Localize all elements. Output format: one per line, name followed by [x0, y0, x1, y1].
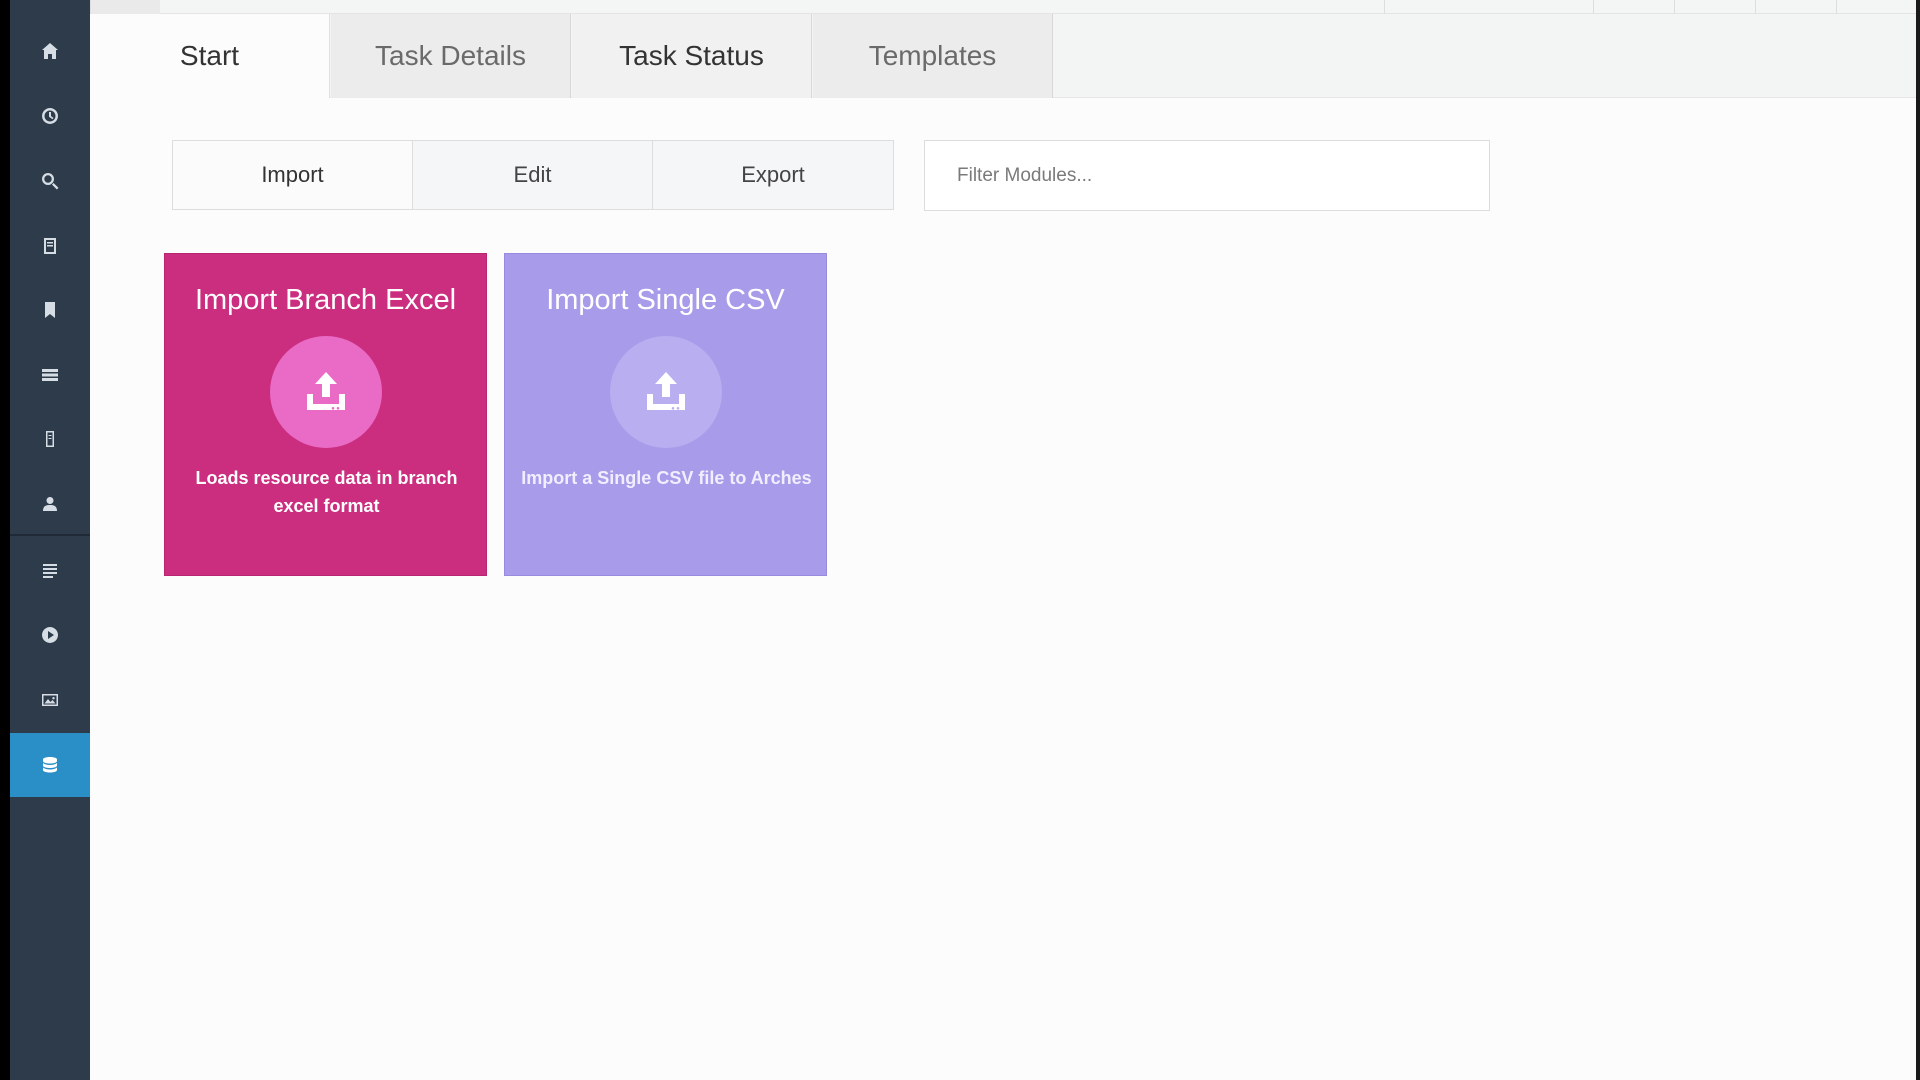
module-card-icon-circle	[610, 336, 722, 448]
module-card-import-branch-excel[interactable]: Import Branch Excel Loads resource data …	[164, 253, 487, 576]
sidebar-item-bookmarks[interactable]	[10, 278, 90, 342]
import-button[interactable]: Import	[173, 141, 413, 209]
sidebar	[10, 0, 90, 1080]
clock-icon	[42, 108, 59, 124]
sidebar-item-files[interactable]	[10, 407, 90, 471]
sidebar-item-user[interactable]	[10, 472, 90, 536]
play-icon	[42, 627, 59, 643]
tab-bar: Start Task Details Task Status Templates	[90, 14, 1920, 98]
sidebar-divider	[10, 534, 90, 536]
module-card-icon-circle	[270, 336, 382, 448]
database-icon	[43, 757, 57, 773]
export-button[interactable]: Export	[653, 141, 893, 209]
lines-icon	[43, 564, 57, 578]
sidebar-item-list[interactable]	[10, 343, 90, 407]
tab-templates[interactable]: Templates	[813, 14, 1053, 98]
module-card-title: Import Single CSV	[546, 284, 785, 316]
search-icon	[42, 173, 59, 190]
user-icon	[43, 497, 57, 511]
upload-icon	[647, 372, 685, 410]
window-edge	[1916, 0, 1920, 1080]
upload-icon	[307, 372, 345, 410]
document-icon	[44, 238, 56, 254]
module-card-title: Import Branch Excel	[194, 284, 457, 316]
top-strip	[90, 0, 1920, 14]
sidebar-item-play[interactable]	[10, 603, 90, 667]
sidebar-item-documents[interactable]	[10, 214, 90, 278]
module-type-toggle: Import Edit Export	[172, 140, 894, 210]
sidebar-item-home[interactable]	[10, 19, 90, 83]
module-card-import-single-csv[interactable]: Import Single CSV Import a Single CSV fi…	[504, 253, 827, 576]
module-card-description: Import a Single CSV file to Arches	[521, 468, 812, 488]
image-icon	[42, 694, 58, 706]
tab-task-details[interactable]: Task Details	[331, 14, 571, 98]
sidebar-item-images[interactable]	[10, 668, 90, 732]
bookmark-icon	[45, 302, 55, 318]
sidebar-item-search[interactable]	[10, 149, 90, 213]
edit-button[interactable]: Edit	[413, 141, 653, 209]
module-card-description: Loads resource data in branch excel form…	[195, 468, 458, 516]
filter-modules-input[interactable]	[924, 140, 1490, 211]
list-icon	[42, 369, 58, 381]
sidebar-item-recent[interactable]	[10, 84, 90, 148]
sidebar-item-lines[interactable]	[10, 538, 90, 602]
file-icon	[46, 431, 54, 447]
tab-start[interactable]: Start	[90, 14, 330, 98]
main-content: Start Task Details Task Status Templates…	[90, 0, 1920, 1080]
home-icon	[42, 43, 58, 59]
sidebar-item-bulk-data[interactable]	[10, 733, 90, 797]
tab-task-status[interactable]: Task Status	[572, 14, 812, 98]
